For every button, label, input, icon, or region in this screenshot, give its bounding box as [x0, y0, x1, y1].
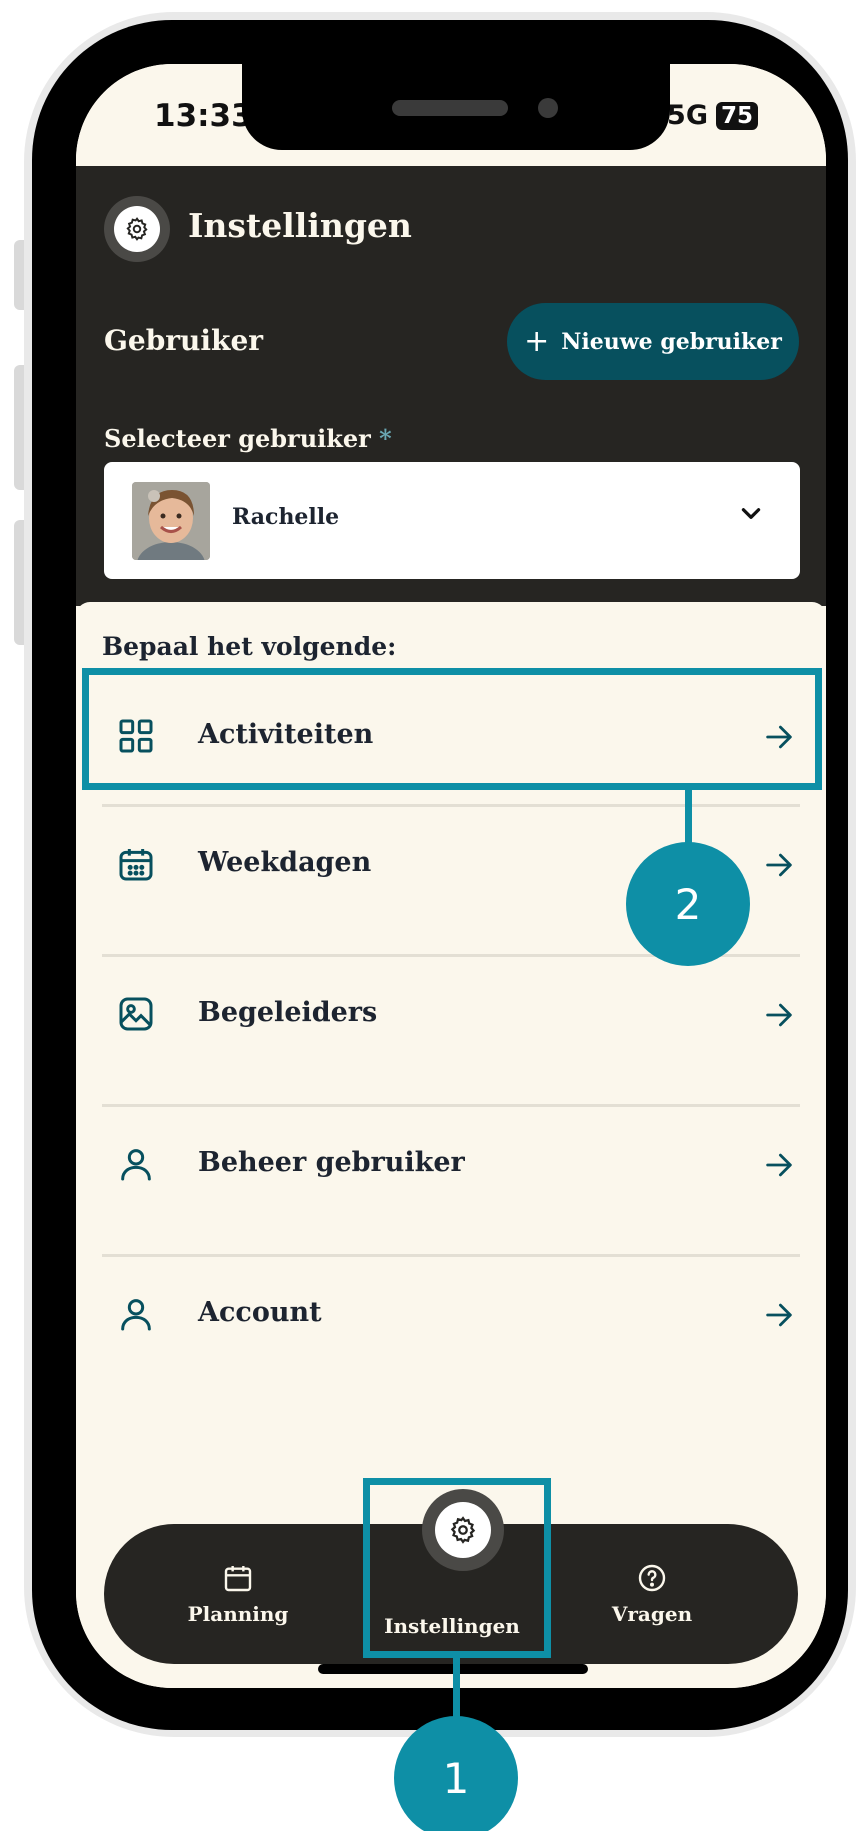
- avatar: [132, 482, 210, 560]
- avatar-photo: [132, 482, 210, 560]
- arrow-right-icon: [766, 1153, 792, 1177]
- panel-heading: Bepaal het volgende:: [102, 632, 397, 661]
- notch: [242, 64, 670, 150]
- page-title: Instellingen: [188, 206, 412, 245]
- required-marker: *: [379, 424, 392, 453]
- menu-item-account[interactable]: Account: [102, 1250, 800, 1378]
- settings-header: Instellingen Gebruiker + Nieuwe gebruike…: [76, 166, 826, 606]
- arrow-right-icon: [766, 1003, 792, 1027]
- callout-line-1: [453, 1656, 460, 1718]
- front-camera: [538, 98, 558, 118]
- section-label-gebruiker: Gebruiker: [104, 324, 264, 357]
- new-user-button-label: Nieuwe gebruiker: [561, 328, 782, 355]
- new-user-button[interactable]: + Nieuwe gebruiker: [507, 303, 799, 380]
- plus-icon: +: [524, 324, 550, 359]
- arrow-right-icon: [766, 853, 792, 877]
- nav-label: Planning: [187, 1602, 289, 1626]
- status-bar: 13:33 5G 75: [76, 64, 826, 166]
- calendar-icon: [119, 849, 153, 881]
- calendar-icon: [224, 1566, 252, 1592]
- arrow-right-icon: [766, 1303, 792, 1327]
- menu-item-begeleiders[interactable]: Begeleiders: [102, 950, 800, 1078]
- menu-item-label: Begeleiders: [198, 997, 378, 1028]
- image-icon: [119, 997, 153, 1031]
- menu-item-beheer-gebruiker[interactable]: Beheer gebruiker: [102, 1100, 800, 1228]
- select-user-label: Selecteer gebruiker *: [104, 424, 392, 453]
- menu-item-label: Weekdagen: [198, 847, 372, 878]
- status-time: 13:33: [154, 98, 253, 134]
- chevron-down-icon: [741, 508, 761, 519]
- user-icon: [121, 1149, 151, 1181]
- highlight-activiteiten: [82, 668, 822, 790]
- nav-planning[interactable]: Planning: [148, 1562, 328, 1626]
- user-select[interactable]: Rachelle: [104, 462, 800, 579]
- highlight-instellingen-nav: [363, 1478, 551, 1658]
- select-user-label-text: Selecteer gebruiker: [104, 424, 371, 453]
- menu-item-label: Beheer gebruiker: [198, 1147, 465, 1178]
- callout-badge-1: 1: [394, 1716, 518, 1831]
- network-label: 5G: [667, 100, 708, 131]
- app-logo: [104, 196, 170, 262]
- user-icon: [121, 1299, 151, 1331]
- menu-item-label: Account: [198, 1297, 322, 1328]
- callout-line-2: [685, 788, 692, 844]
- callout-badge-2: 2: [626, 842, 750, 966]
- nav-vragen[interactable]: Vragen: [562, 1562, 742, 1626]
- gear-icon: [126, 217, 148, 241]
- question-icon: [638, 1564, 666, 1592]
- battery-icon: 75: [715, 101, 758, 130]
- selected-user: Rachelle: [232, 504, 340, 530]
- nav-label: Vragen: [611, 1602, 693, 1626]
- speaker-grille: [392, 100, 508, 116]
